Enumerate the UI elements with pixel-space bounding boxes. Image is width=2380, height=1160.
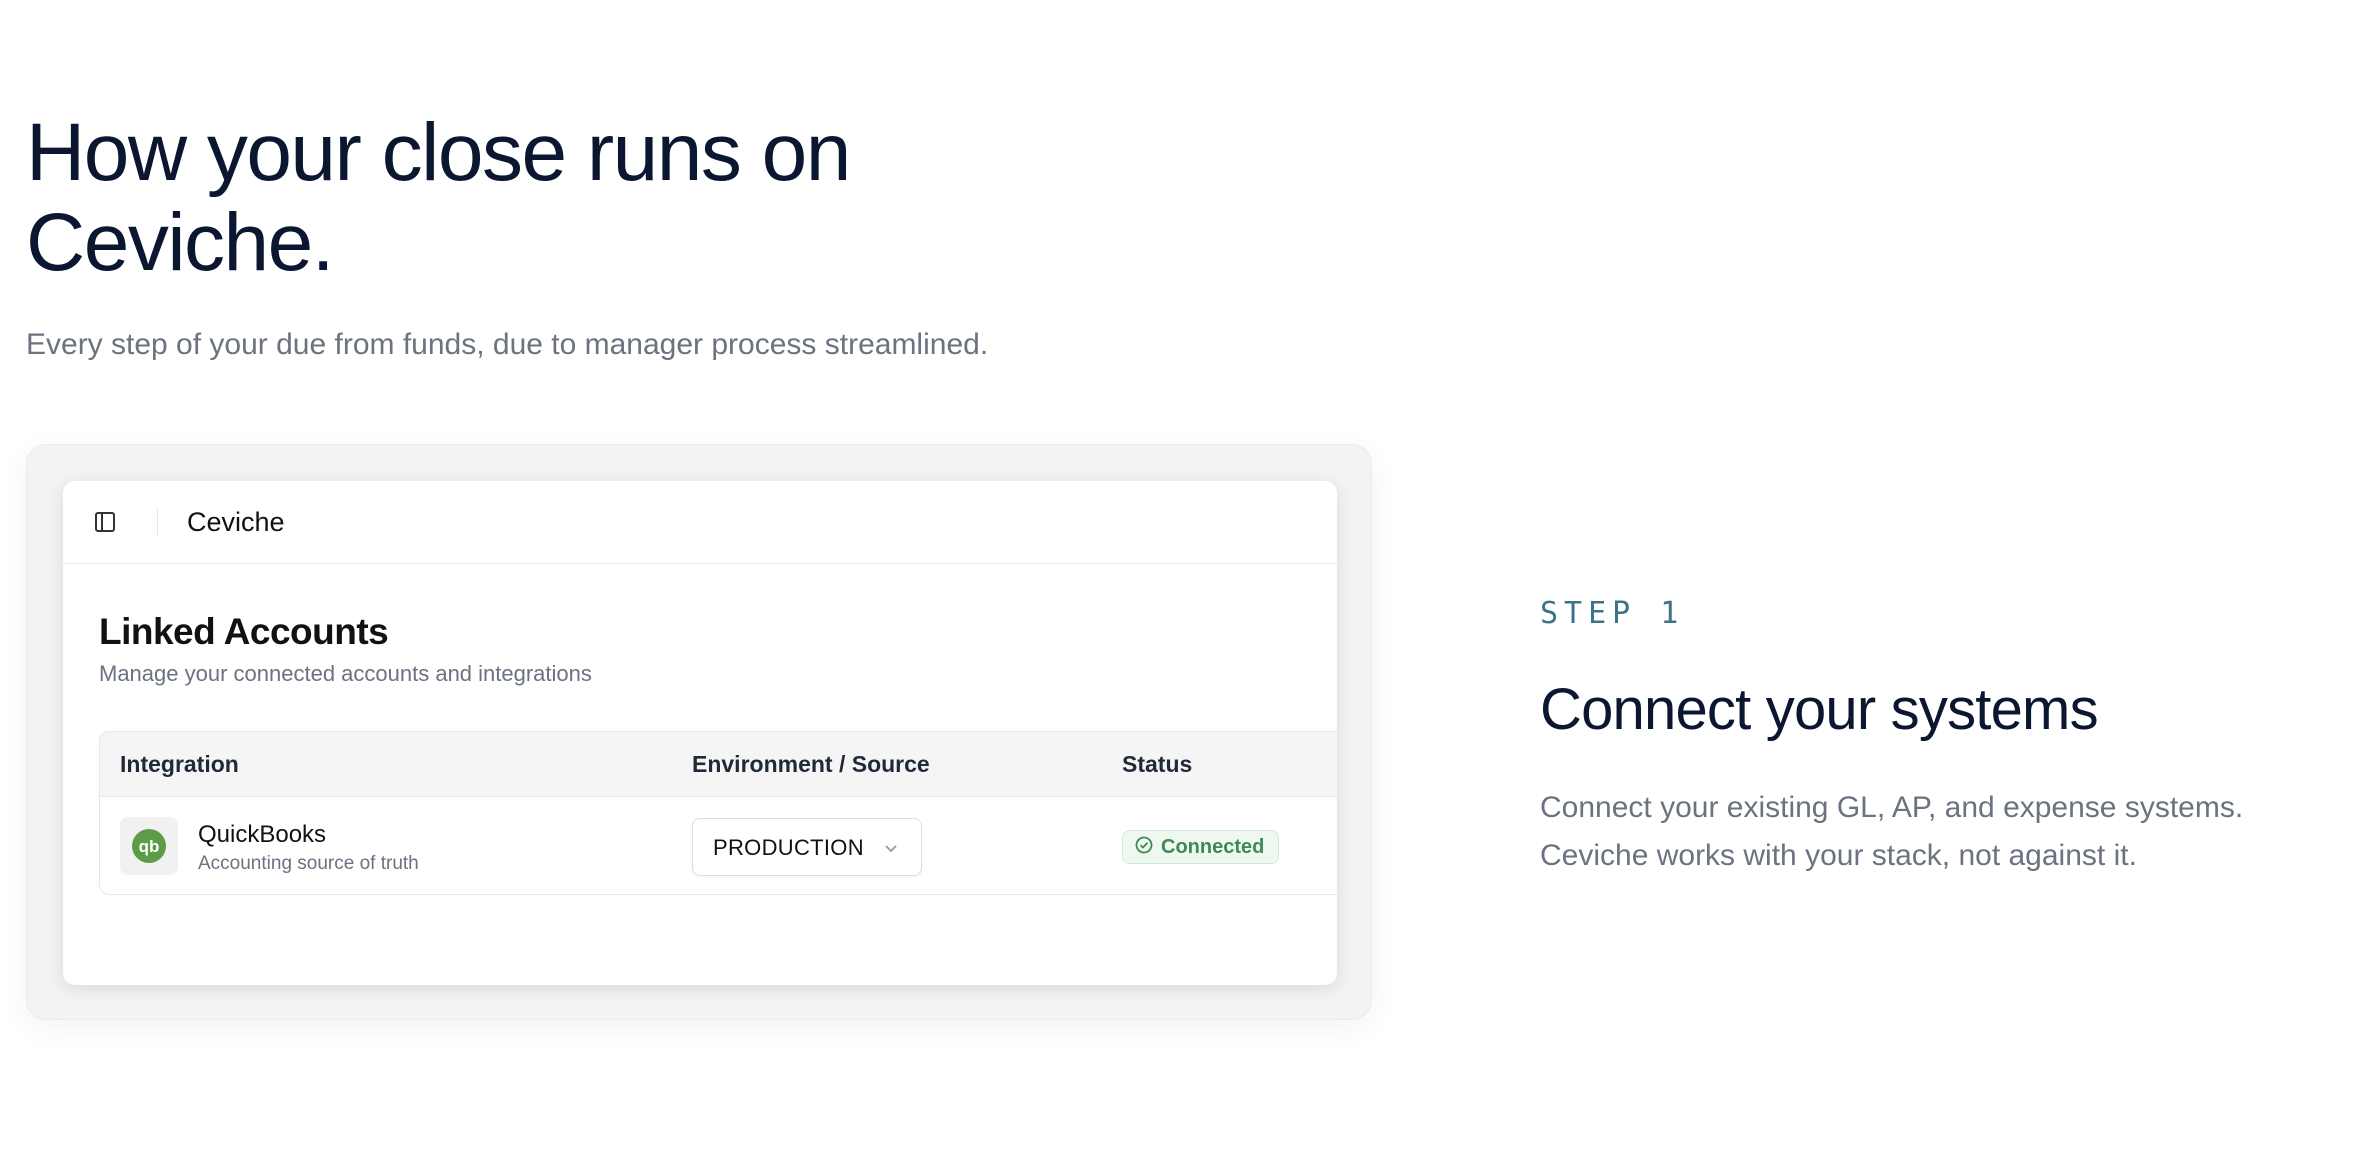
column-header-environment: Environment / Source <box>692 751 930 777</box>
app-header: Ceviche <box>63 481 1337 564</box>
integration-name: QuickBooks <box>198 821 327 848</box>
hero-title: How your close runs on Ceviche. <box>26 107 851 288</box>
environment-select[interactable]: PRODUCTION <box>692 818 922 876</box>
step-label: STEP 1 <box>1540 596 1685 631</box>
column-header-status: Status <box>1122 751 1193 777</box>
environment-value: PRODUCTION <box>713 835 864 860</box>
integration-description: Accounting source of truth <box>198 853 419 874</box>
app-preview-frame: Ceviche Linked Accounts Manage your conn… <box>26 444 1372 1020</box>
hero-subtitle: Every step of your due from funds, due t… <box>26 328 989 361</box>
header-divider <box>157 509 158 537</box>
table-header: Integration Environment / Source Status <box>100 732 1337 797</box>
status-text: Connected <box>1161 835 1265 858</box>
panel-title: Linked Accounts <box>99 611 389 652</box>
table-row[interactable]: qb QuickBooks Accounting source of truth… <box>100 797 1337 894</box>
panel-subtitle: Manage your connected accounts and integ… <box>99 661 592 686</box>
quickbooks-logo-icon: qb <box>120 817 178 875</box>
step-title: Connect your systems <box>1540 677 2099 742</box>
check-circle-icon <box>1135 836 1153 859</box>
step-description: Connect your existing GL, AP, and expens… <box>1540 791 2244 872</box>
integrations-table: Integration Environment / Source Status … <box>99 731 1337 895</box>
app-name: Ceviche <box>187 507 285 537</box>
chevron-down-icon <box>883 840 899 861</box>
app-window: Ceviche Linked Accounts Manage your conn… <box>63 481 1337 985</box>
svg-text:qb: qb <box>139 837 160 856</box>
sidebar-toggle-icon[interactable] <box>93 510 117 534</box>
status-badge: Connected <box>1122 830 1280 864</box>
column-header-integration: Integration <box>120 751 239 777</box>
